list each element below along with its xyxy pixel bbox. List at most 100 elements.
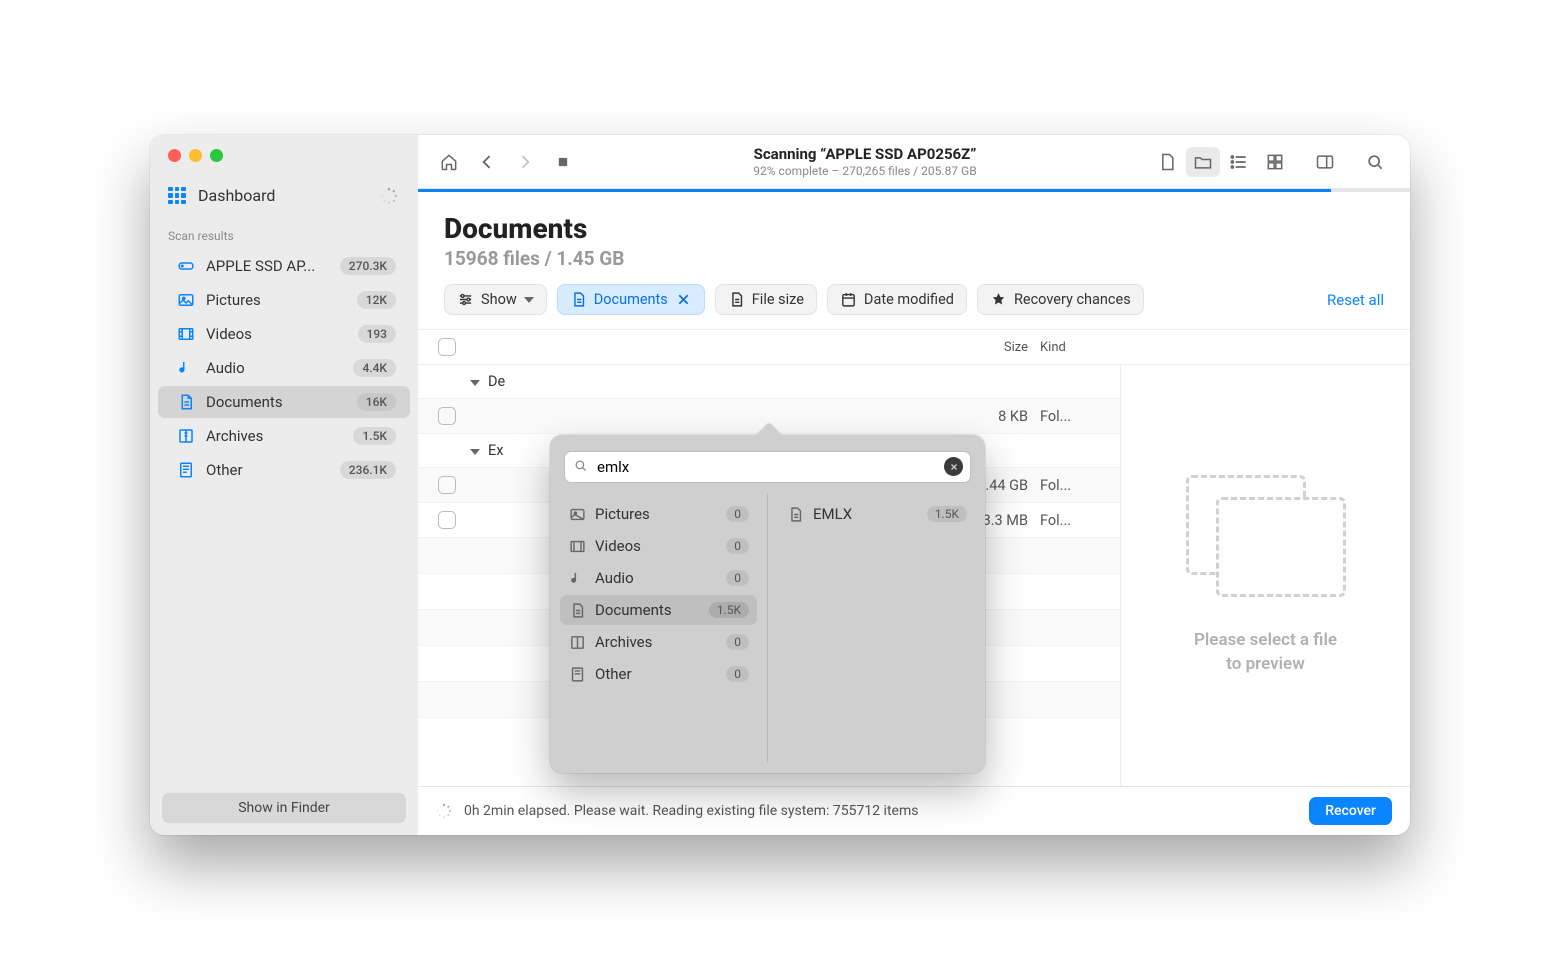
zoom-window[interactable] xyxy=(210,149,223,162)
popover-item-label: Videos xyxy=(595,537,717,555)
document-icon xyxy=(728,291,745,308)
show-filter-button[interactable]: Show xyxy=(444,284,547,315)
popover-item-pictures[interactable]: Pictures0 xyxy=(560,499,757,529)
date-filter-button[interactable]: Date modified xyxy=(827,284,967,315)
popover-item-label: Documents xyxy=(595,601,700,619)
popover-item-documents[interactable]: Documents 1.5K xyxy=(560,595,757,625)
other-icon xyxy=(176,460,196,480)
row-checkbox[interactable] xyxy=(438,476,456,494)
sidebar-item-videos[interactable]: Videos 193 xyxy=(158,318,410,350)
disk-icon xyxy=(176,256,196,276)
popover-item-count: 0 xyxy=(726,666,749,682)
filesize-filter-button[interactable]: File size xyxy=(715,284,817,315)
sidebar-item-count: 4.4K xyxy=(353,359,396,377)
archive-icon xyxy=(176,426,196,446)
sidebar-item-disk[interactable]: APPLE SSD AP... 270.3K xyxy=(158,250,410,282)
select-all-checkbox[interactable] xyxy=(438,338,456,356)
forward-button[interactable] xyxy=(508,147,542,177)
search-button[interactable] xyxy=(1358,147,1392,177)
stop-scan-button[interactable] xyxy=(546,147,580,177)
popover-item-videos[interactable]: Videos0 xyxy=(560,531,757,561)
popover-item-other[interactable]: Other 0 xyxy=(560,659,757,689)
video-icon xyxy=(176,324,196,344)
sidebar-item-label: APPLE SSD AP... xyxy=(206,257,330,275)
page-subtitle: 15968 files / 1.45 GB xyxy=(444,247,1384,270)
recover-button[interactable]: Recover xyxy=(1309,797,1392,825)
popover-item-label: Audio xyxy=(595,569,717,587)
picture-icon xyxy=(176,290,196,310)
audio-icon xyxy=(176,358,196,378)
popover-item-count: 1.5K xyxy=(927,506,967,522)
clear-search-button[interactable] xyxy=(944,457,963,476)
row-size: 8 KB xyxy=(950,408,1040,425)
loading-spinner-icon xyxy=(436,803,452,819)
popover-search-input[interactable] xyxy=(564,451,971,483)
row-kind: Fol... xyxy=(1040,512,1100,529)
document-icon xyxy=(570,291,587,308)
reset-all-button[interactable]: Reset all xyxy=(1327,285,1384,315)
sidebar: Dashboard Scan results APPLE SSD AP... 2… xyxy=(150,135,418,835)
view-list-button[interactable] xyxy=(1222,147,1256,177)
documents-filter-button[interactable]: Documents xyxy=(557,284,705,315)
dashboard-icon xyxy=(168,187,186,205)
row-checkbox[interactable] xyxy=(438,407,456,425)
scan-status: Scanning “APPLE SSD AP0256Z” 92% complet… xyxy=(584,145,1146,178)
view-document-button[interactable] xyxy=(1150,147,1184,177)
view-grid-button[interactable] xyxy=(1258,147,1292,177)
calendar-icon xyxy=(840,291,857,308)
dashboard-nav[interactable]: Dashboard xyxy=(150,176,418,215)
sidebar-item-audio[interactable]: Audio 4.4K xyxy=(158,352,410,384)
size-column-header[interactable]: Size xyxy=(950,340,1040,355)
chevron-down-icon[interactable] xyxy=(470,373,484,390)
filter-bar: Show Documents File size Date modified R… xyxy=(418,284,1410,329)
row-checkbox[interactable] xyxy=(438,511,456,529)
home-button[interactable] xyxy=(432,147,466,177)
window-controls xyxy=(150,149,418,176)
popover-item-label: EMLX xyxy=(813,505,918,523)
filter-popover: Pictures0 Videos0 Audio0 Documents1.5K A… xyxy=(550,435,985,773)
recovery-filter-button[interactable]: Recovery chances xyxy=(977,284,1144,315)
sidebar-item-label: Videos xyxy=(206,325,348,343)
row-kind: Fol... xyxy=(1040,477,1100,494)
table-row[interactable]: De xyxy=(418,365,1120,399)
status-text: 0h 2min elapsed. Please wait. Reading ex… xyxy=(464,803,918,819)
app-window: Dashboard Scan results APPLE SSD AP... 2… xyxy=(150,135,1410,835)
sidebar-item-label: Pictures xyxy=(206,291,347,309)
popover-result-emlx[interactable]: EMLX 1.5K xyxy=(778,499,975,529)
popover-item-count: 0 xyxy=(726,570,749,586)
back-button[interactable] xyxy=(470,147,504,177)
sidebar-item-count: 193 xyxy=(358,325,396,343)
toggle-panel-button[interactable] xyxy=(1308,147,1342,177)
sidebar-item-pictures[interactable]: Pictures 12K xyxy=(158,284,410,316)
document-icon xyxy=(176,392,196,412)
popover-item-archives[interactable]: Archives0 xyxy=(560,627,757,657)
sidebar-item-count: 270.3K xyxy=(340,257,396,275)
sidebar-item-documents[interactable]: Documents 16K xyxy=(158,386,410,418)
star-icon xyxy=(990,291,1007,308)
popover-item-audio[interactable]: Audio 0 xyxy=(560,563,757,593)
archive-icon xyxy=(568,633,586,651)
view-folder-button[interactable] xyxy=(1186,147,1220,177)
popover-categories: Pictures0 Videos0 Audio0 Documents1.5K A… xyxy=(550,493,768,763)
filter-label: Documents xyxy=(594,291,668,308)
loading-spinner-icon xyxy=(380,187,398,205)
scan-title: Scanning “APPLE SSD AP0256Z” xyxy=(594,145,1136,163)
toolbar: Scanning “APPLE SSD AP0256Z” 92% complet… xyxy=(418,135,1410,189)
minimize-window[interactable] xyxy=(189,149,202,162)
preview-text: Please select a file to preview xyxy=(1194,629,1337,677)
popover-item-count: 1.5K xyxy=(709,602,749,618)
popover-item-label: Pictures xyxy=(595,505,717,523)
chevron-down-icon[interactable] xyxy=(470,442,484,459)
kind-column-header[interactable]: Kind xyxy=(1040,340,1100,355)
sidebar-item-label: Other xyxy=(206,461,330,479)
popover-item-label: Other xyxy=(595,665,717,683)
sidebar-item-archives[interactable]: Archives 1.5K xyxy=(158,420,410,452)
show-in-finder-button[interactable]: Show in Finder xyxy=(162,793,406,823)
sidebar-item-count: 12K xyxy=(357,291,396,309)
close-icon[interactable] xyxy=(675,291,692,308)
document-icon xyxy=(786,505,804,523)
chevron-down-icon xyxy=(524,297,534,303)
sidebar-item-other[interactable]: Other 236.1K xyxy=(158,454,410,486)
close-window[interactable] xyxy=(168,149,181,162)
preview-line: Please select a file xyxy=(1194,629,1337,653)
